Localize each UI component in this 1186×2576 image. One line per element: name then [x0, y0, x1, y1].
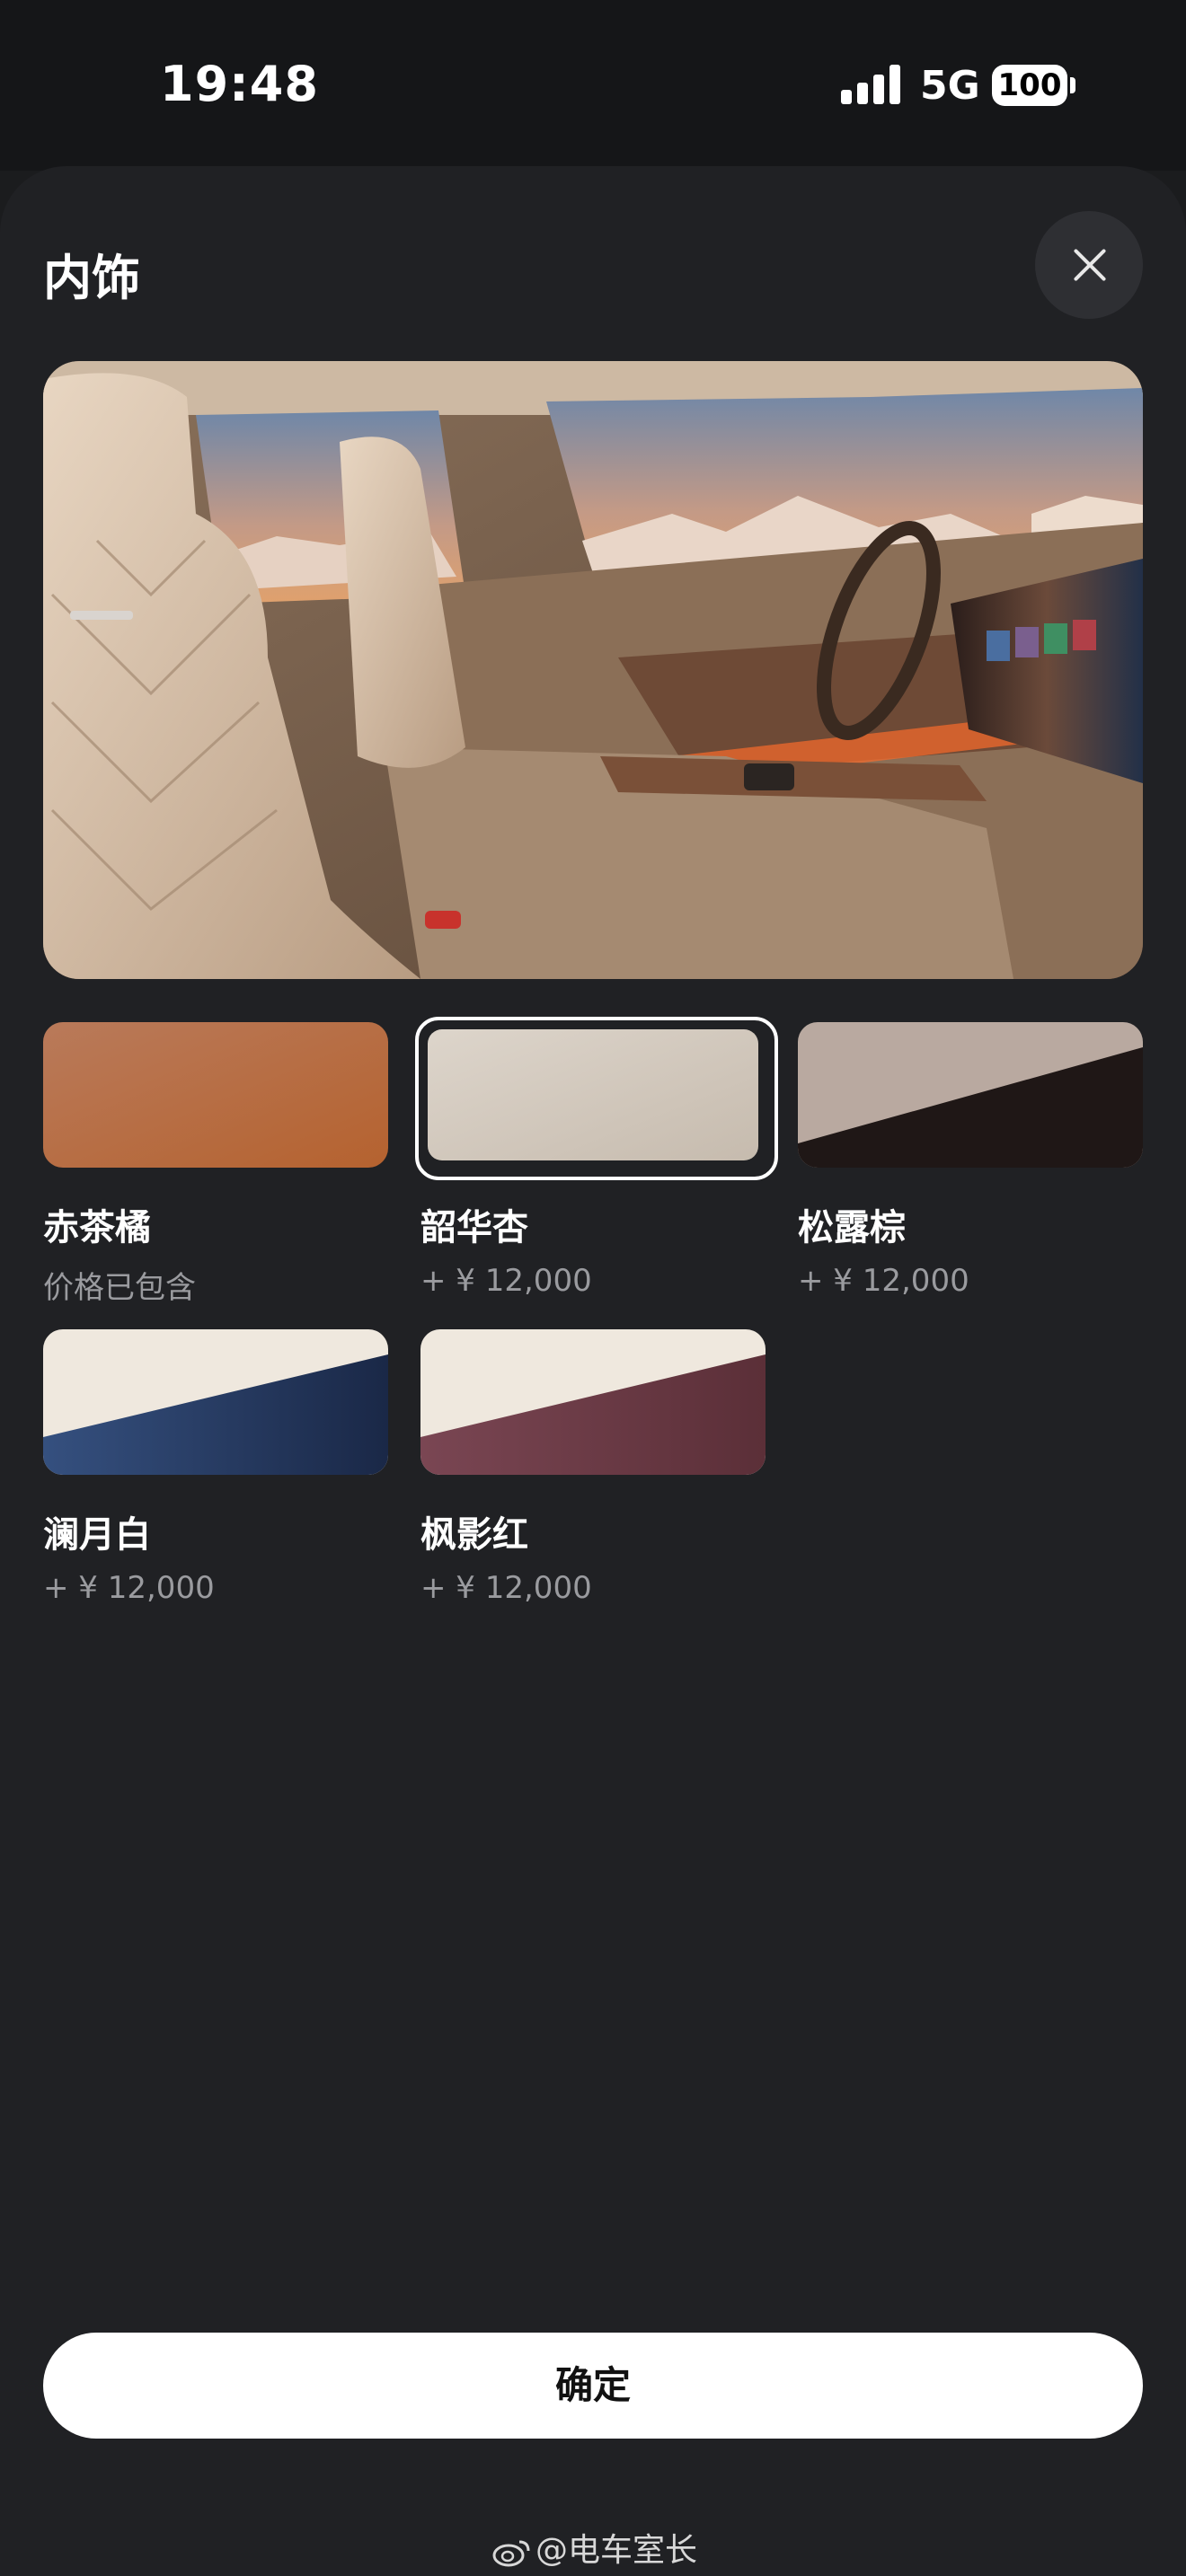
- close-button[interactable]: [1035, 211, 1143, 319]
- color-swatch[interactable]: [798, 1022, 1143, 1168]
- cellular-signal-icon: [841, 65, 902, 104]
- option-shaohuaxing[interactable]: 韶华杏 + ¥ 12,000: [415, 1017, 778, 1299]
- option-price: + ¥ 12,000: [420, 1263, 592, 1299]
- color-swatch[interactable]: [420, 1329, 766, 1475]
- watermark-text: @电车室长: [535, 2532, 698, 2569]
- interior-preview-image: [43, 361, 1143, 979]
- option-price: + ¥ 12,000: [798, 1263, 969, 1299]
- color-swatch[interactable]: [43, 1329, 388, 1475]
- network-type: 5G: [920, 63, 980, 109]
- color-swatch[interactable]: [428, 1029, 758, 1160]
- option-fengyinghong[interactable]: 枫影红 + ¥ 12,000: [420, 1329, 766, 1606]
- option-name: 韶华杏: [420, 1207, 528, 1248]
- interior-sheet: 内饰 赤茶橘 价格已包含 韶华杏 + ¥ 12,000 松露棕 + ¥ 12,0…: [0, 166, 1186, 2576]
- sheet-title: 内饰: [43, 250, 140, 306]
- weibo-logo-icon: [492, 2540, 530, 2567]
- battery-tip: [1070, 77, 1075, 93]
- option-price: + ¥ 12,000: [420, 1570, 592, 1606]
- option-price: 价格已包含: [43, 1270, 196, 1306]
- battery-icon: 100: [992, 65, 1067, 106]
- option-name: 赤茶橘: [43, 1207, 151, 1248]
- status-bar: 19:48 5G 100: [0, 0, 1186, 171]
- option-name: 澜月白: [43, 1514, 151, 1556]
- option-price: + ¥ 12,000: [43, 1570, 215, 1606]
- option-chichaju[interactable]: 赤茶橘 价格已包含: [43, 1022, 388, 1307]
- confirm-button[interactable]: 确定: [43, 2333, 1143, 2439]
- status-time: 19:48: [160, 56, 319, 112]
- watermark: @电车室长: [492, 2524, 697, 2571]
- option-name: 松露棕: [798, 1207, 906, 1248]
- option-lanyuebai[interactable]: 澜月白 + ¥ 12,000: [43, 1329, 388, 1606]
- color-swatch[interactable]: [43, 1022, 388, 1168]
- option-name: 枫影红: [420, 1514, 528, 1556]
- option-songluzong[interactable]: 松露棕 + ¥ 12,000: [798, 1022, 1143, 1299]
